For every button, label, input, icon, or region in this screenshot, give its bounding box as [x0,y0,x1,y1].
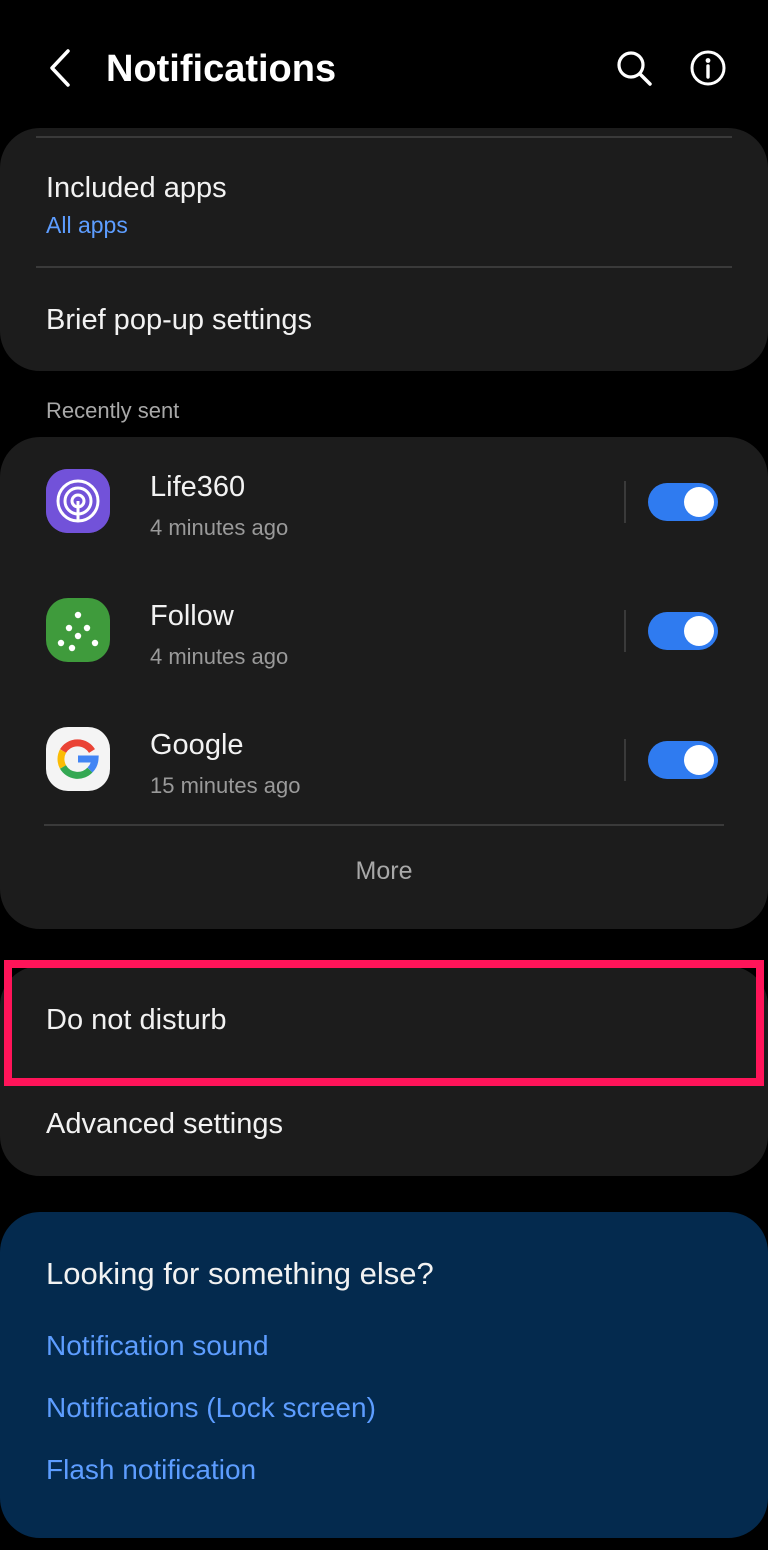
toggle-knob [684,745,714,775]
app-name: Follow [150,600,234,632]
included-apps-label: Included apps [46,172,227,204]
included-apps-value: All apps [46,212,128,238]
page-title: Notifications [106,48,337,90]
divider [624,739,626,781]
divider [624,610,626,652]
life360-notification-toggle[interactable] [648,483,718,521]
follow-notification-toggle[interactable] [648,612,718,650]
toggle-knob [684,616,714,646]
list-item-follow[interactable]: Follow 4 minutes ago [0,582,768,692]
life360-icon [46,469,110,533]
highlight-box [4,960,764,1086]
google-icon [46,727,110,791]
divider [44,824,724,826]
top-app-bar: Notifications [0,0,768,136]
notification-sound-link[interactable]: Notification sound [46,1330,269,1362]
list-item-life360[interactable]: Life360 4 minutes ago [0,453,768,563]
list-item-google[interactable]: Google 15 minutes ago [0,711,768,821]
brief-popup-settings-row[interactable]: Brief pop-up settings [0,268,768,368]
search-icon[interactable] [612,46,656,90]
info-icon[interactable] [686,46,730,90]
advanced-settings-label: Advanced settings [46,1108,283,1140]
brief-popup-settings-label: Brief pop-up settings [46,304,312,336]
flash-notification-link[interactable]: Flash notification [46,1454,256,1486]
app-time: 4 minutes ago [150,515,289,540]
follow-icon [46,598,110,662]
toggle-knob [684,487,714,517]
notifications-lock-screen-link[interactable]: Notifications (Lock screen) [46,1392,376,1424]
divider [624,481,626,523]
app-name: Life360 [150,471,246,503]
divider [36,136,732,138]
recently-sent-card: Life360 4 minutes ago Follow 4 minutes a… [0,437,768,929]
popup-settings-card: Included apps All apps Brief pop-up sett… [0,128,768,371]
app-time: 4 minutes ago [150,644,289,669]
suggestions-card: Looking for something else? Notification… [0,1212,768,1538]
recently-sent-label: Recently sent [46,398,180,423]
included-apps-row[interactable]: Included apps All apps [0,148,768,264]
advanced-settings-row[interactable]: Advanced settings [0,1074,768,1174]
back-arrow-icon[interactable] [38,46,82,90]
suggestions-title: Looking for something else? [46,1256,434,1291]
app-name: Google [150,729,244,761]
more-button[interactable]: More [0,857,768,886]
app-time: 15 minutes ago [150,773,301,798]
google-notification-toggle[interactable] [648,741,718,779]
